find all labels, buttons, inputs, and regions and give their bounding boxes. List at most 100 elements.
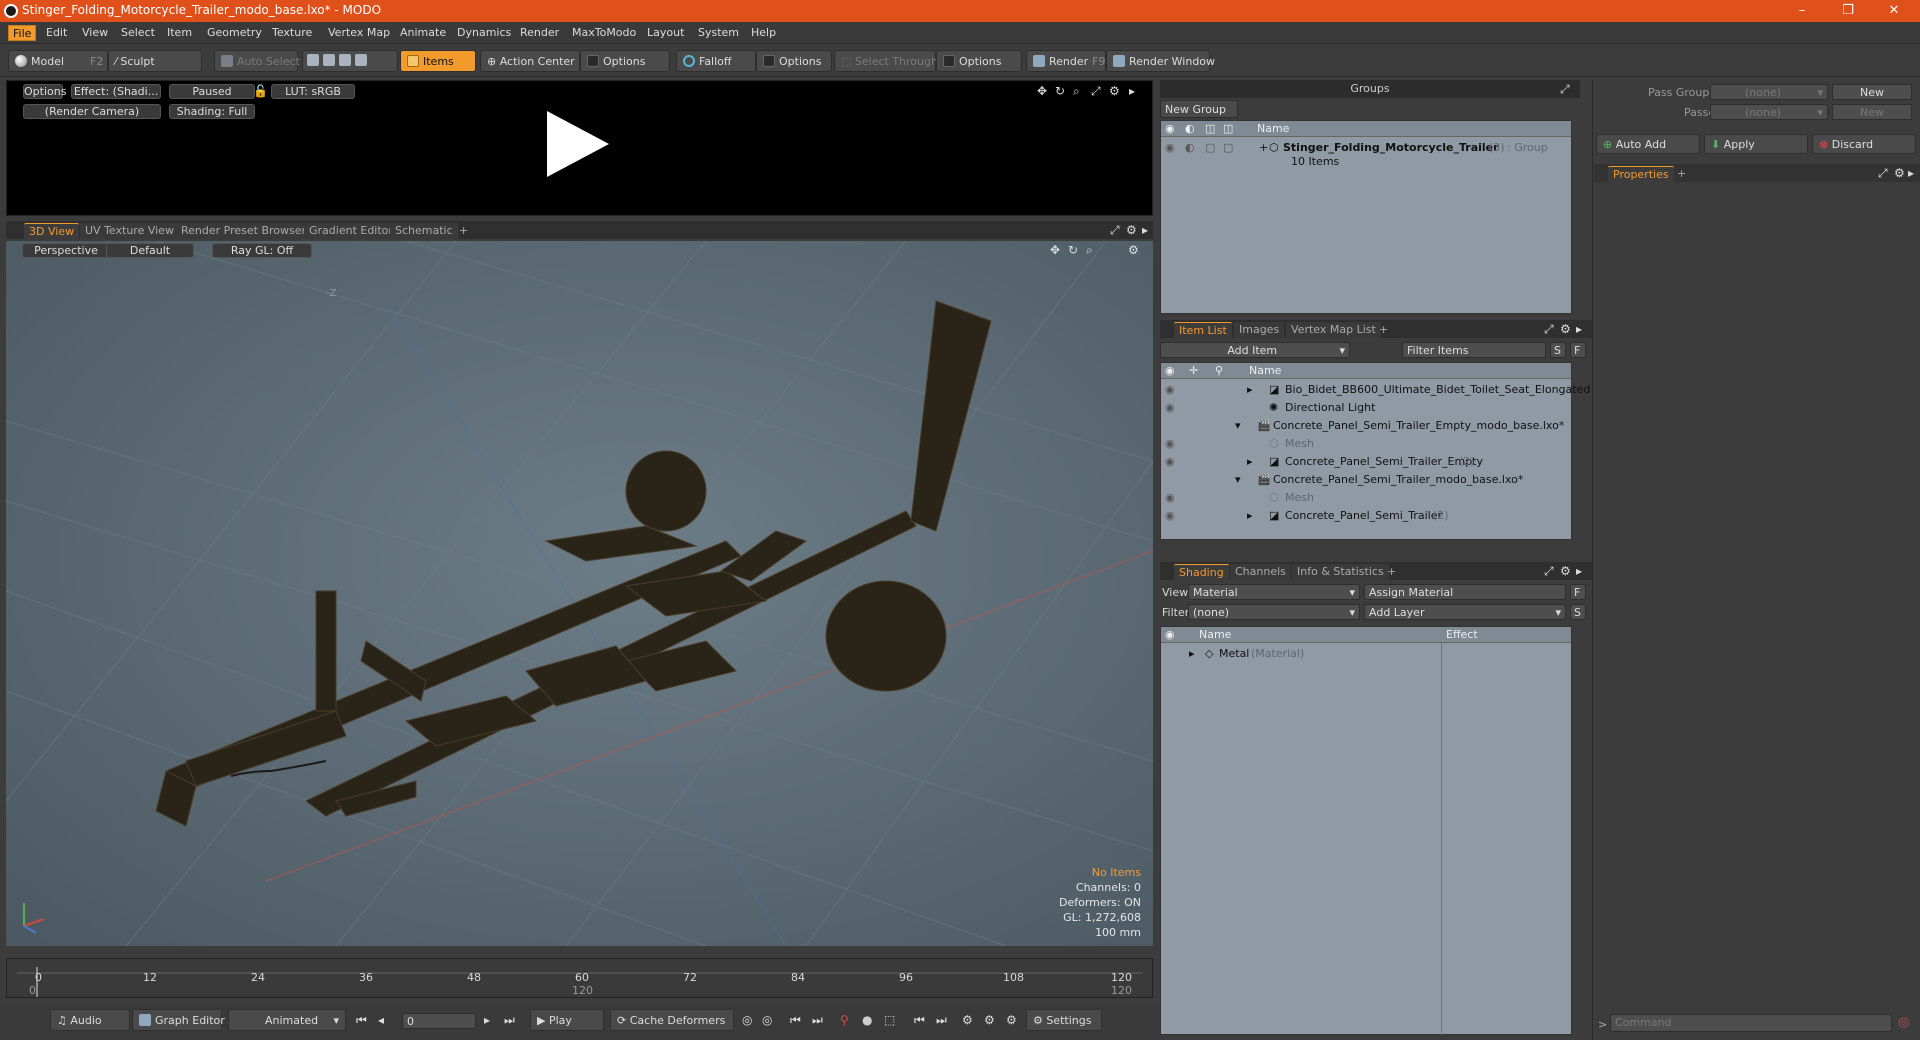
maximize-icon[interactable]: ⤢ [1544,564,1554,579]
zoom-icon[interactable]: ⌕ [1086,243,1093,258]
tab-info-statistics[interactable]: Info & Statistics [1292,564,1389,580]
lock-checkbox[interactable]: ▢ [1205,141,1215,154]
shading-dropdown[interactable]: Shading: Full [169,104,255,119]
menu-help[interactable]: Help [747,25,780,41]
menu-geometry[interactable]: Geometry [203,25,266,41]
tab-vertex-map-list[interactable]: Vertex Map List [1286,322,1381,338]
gear-icon[interactable]: ⚙ [1128,243,1139,257]
raygl-toggle[interactable]: Ray GL: Off [212,243,312,258]
eye-icon[interactable]: ◉ [1165,383,1175,396]
edges-mode-icon[interactable] [323,54,335,66]
keyframe-icon[interactable]: ⬚ [884,1013,895,1027]
material-row[interactable]: ▸ ◇ Metal (Material) [1161,647,1571,665]
list-item[interactable]: ▾ 🎬 Concrete_Panel_Semi_Trailer_Empty_mo… [1161,419,1571,437]
assign-material-button[interactable]: Assign Material [1364,584,1566,600]
restore-button[interactable]: ❐ [1825,1,1871,21]
graph-editor-button[interactable]: Graph Editor [132,1009,225,1031]
apply-button[interactable]: ⬇ Apply [1704,134,1808,154]
polygons-mode-icon[interactable] [339,54,351,66]
eye-icon[interactable]: ◉ [1165,491,1175,504]
add-tab-icon[interactable]: + [1672,166,1691,182]
falloff-options-button[interactable]: Options [756,50,832,72]
render-paused-toggle[interactable]: Paused [169,84,255,99]
menu-render[interactable]: Render [516,25,563,41]
menu-animate[interactable]: Animate [396,25,450,41]
render-window-button[interactable]: Render Window [1106,50,1215,72]
gear-icon[interactable]: ⚙ [1109,84,1120,98]
motion-path-icon[interactable]: ⚙ [984,1013,995,1027]
eye-icon[interactable]: ◉ [1165,455,1175,468]
motion-icon[interactable]: ⚙ [962,1013,973,1027]
add-tab-icon[interactable]: + [454,223,473,239]
eye-icon[interactable]: ◉ [1165,401,1175,414]
action-center-button[interactable]: ⊕ Action Center [480,50,580,72]
perspective-dropdown[interactable]: Perspective [22,243,110,258]
filter-dropdown[interactable]: (none) ▾ [1188,604,1360,620]
animated-dropdown[interactable]: Animated ▾ [228,1009,346,1031]
gear-icon[interactable]: ⚙ [1560,564,1571,578]
tab-gradient-editor[interactable]: Gradient Editor [304,223,398,239]
gear-icon[interactable]: ⚙ [1894,166,1905,180]
list-item[interactable]: ◉ ▸ ◪ Concrete_Panel_Semi_Trailer_Empty … [1161,455,1571,473]
zoom-icon[interactable]: ⌕ [1073,84,1080,99]
rotate-icon[interactable]: ↻ [1068,243,1078,257]
auto-select-button[interactable]: Auto Select [214,50,300,72]
list-item[interactable]: ◉ ⬡ Mesh [1161,491,1571,509]
expand-arrow-icon[interactable]: ▸ [1247,383,1253,396]
select-checkbox[interactable]: ▢ [1223,141,1233,154]
new-pass-button[interactable]: New [1832,104,1912,120]
add-item-dropdown[interactable]: Add Item ▾ [1160,342,1350,358]
tab-properties[interactable]: Properties [1608,166,1674,182]
add-layer-dropdown[interactable]: Add Layer ▾ [1364,604,1566,620]
step-forward-icon[interactable]: ▸ [484,1013,490,1027]
menu-view[interactable]: View [78,25,112,41]
groups-list[interactable]: ◉ ◐ ◫ ◫ Name ◉ ◐ ▢ ▢ + ⬡ Stinger_Folding… [1160,120,1572,314]
eye-icon[interactable]: ◉ [1165,141,1175,154]
cache-deformers-button[interactable]: ⟳ Cache Deformers [610,1009,734,1031]
vertices-mode-icon[interactable] [307,54,319,66]
3d-viewport[interactable]: -Z Perspective Default Ray GL: Off ✥ ↻ ⌕… [6,241,1153,946]
menu-edit[interactable]: Edit [42,25,71,41]
filter-f-button[interactable]: F [1570,342,1586,358]
falloff-button[interactable]: Falloff [676,50,756,72]
render-button[interactable]: Render F9 [1026,50,1106,72]
go-to-end-icon[interactable]: ⏭ [504,1013,515,1028]
tab-render-preset-browser[interactable]: Render Preset Browser [176,223,312,239]
items-mode-button[interactable]: Items [400,50,476,72]
record-button-icon[interactable]: ● [862,1013,872,1027]
menu-maxtomodo[interactable]: MaxToModo [568,25,640,41]
passes-dropdown[interactable]: (none) ▾ [1710,104,1828,120]
add-tab-icon[interactable]: + [1382,564,1401,580]
tab-channels[interactable]: Channels [1230,564,1291,580]
close-button[interactable]: ✕ [1871,1,1917,21]
filter-items-input[interactable]: Filter Items [1402,342,1546,358]
expand-arrow-icon[interactable]: ▸ [1908,166,1914,180]
menu-layout[interactable]: Layout [643,25,688,41]
menu-item[interactable]: Item [163,25,196,41]
discard-button[interactable]: ⊗ Discard [1812,134,1916,154]
action-center-options-button[interactable]: Options [580,50,670,72]
menu-texture[interactable]: Texture [268,25,316,41]
command-history-icon[interactable]: ◎ [1898,1015,1909,1030]
new-pass-group-button[interactable]: New [1832,84,1912,100]
tab-images[interactable]: Images [1234,322,1285,338]
gear-icon[interactable]: ⚙ [1126,223,1137,237]
shading-f-button[interactable]: F [1570,584,1586,600]
tab-item-list[interactable]: Item List [1174,322,1232,338]
range-end-icon[interactable]: ⏭ [936,1013,947,1028]
eye-icon[interactable]: ◉ [1165,509,1175,522]
shading-list[interactable]: ◉ Name Effect ▸ ◇ Metal (Material) [1160,626,1572,1035]
lock-icon[interactable]: 🔓 [253,84,268,98]
tab-3d-view[interactable]: 3D View [24,223,80,239]
materials-mode-icon[interactable] [355,54,367,66]
render-options-button[interactable]: Options [23,84,66,99]
maximize-icon[interactable]: ⤢ [1878,166,1888,181]
auto-add-button[interactable]: ⊕ Auto Add [1596,134,1700,154]
expand-icon[interactable]: + [1259,141,1268,154]
onion-skin-icon[interactable]: ⚙ [1006,1013,1017,1027]
command-input[interactable]: Command [1610,1014,1892,1032]
group-row[interactable]: ◉ ◐ ▢ ▢ + ⬡ Stinger_Folding_Motorcycle_T… [1161,141,1571,159]
item-list[interactable]: ◉ ✛ ⚲ Name ◉ ▸ ◪ Bio_Bidet_BB600_Ultimat… [1160,362,1590,540]
collapse-arrow-icon[interactable]: ▾ [1235,473,1241,486]
select-through-button[interactable]: ⬚ Select Through [834,50,938,72]
